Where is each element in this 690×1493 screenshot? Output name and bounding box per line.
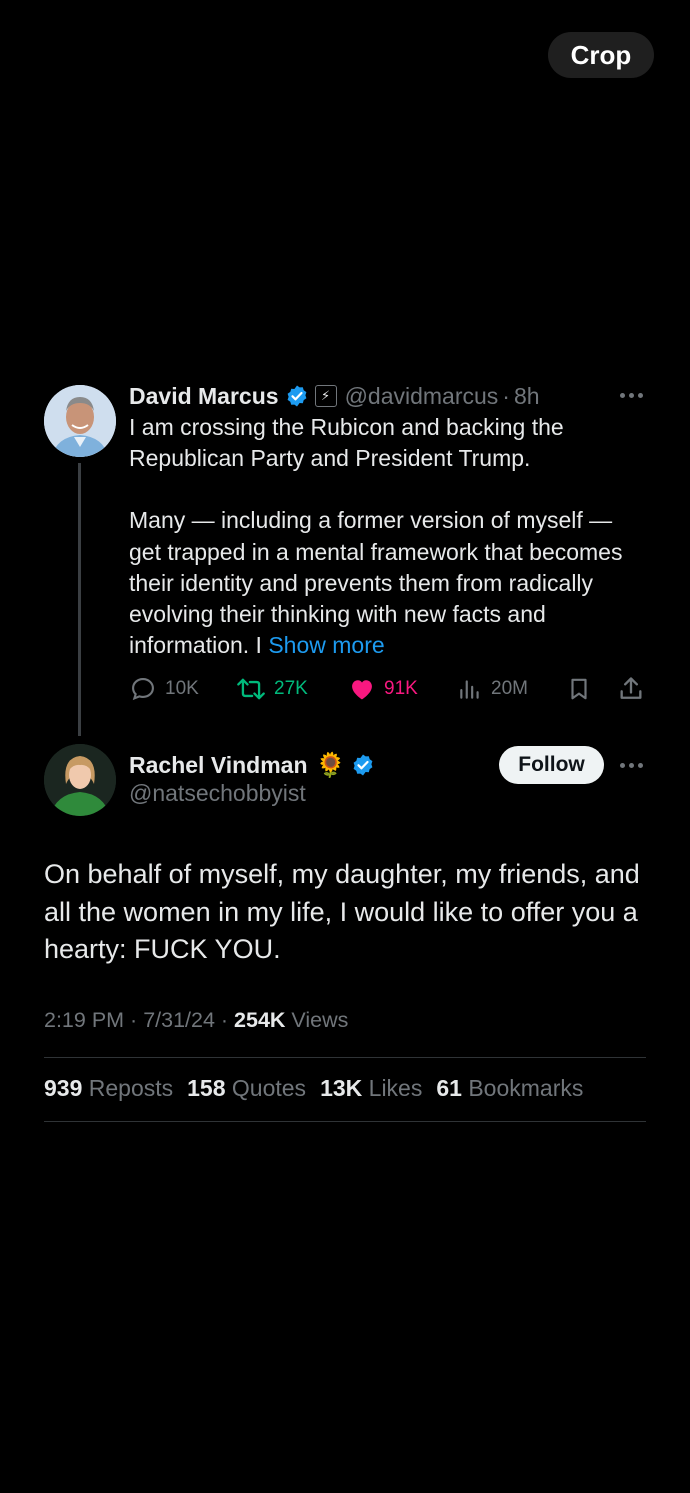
follow-button[interactable]: Follow [499, 746, 604, 784]
share-button[interactable] [617, 672, 645, 706]
divider [44, 1121, 646, 1122]
reposts-count: 939 [44, 1075, 83, 1101]
reposts-stat[interactable]: 939 Reposts [44, 1075, 173, 1102]
separator-dot: · [214, 1008, 235, 1032]
share-icon [620, 677, 642, 699]
likes-stat[interactable]: 13K Likes [320, 1075, 422, 1102]
divider [44, 1057, 646, 1058]
reposts-label: Reposts [88, 1075, 174, 1101]
avatar-david-marcus[interactable] [44, 385, 116, 457]
bookmarks-label: Bookmarks [468, 1075, 584, 1101]
quotes-count: 158 [187, 1075, 226, 1101]
tweet-paragraph-1: I am crossing the Rubicon and backing th… [129, 414, 564, 472]
separator-dot: · [124, 1008, 144, 1032]
verified-badge-icon [287, 385, 306, 407]
tweet-action-bar: 10K 27K 91K 20M [129, 672, 649, 706]
reply-button[interactable]: 10K [129, 672, 199, 706]
repost-button[interactable]: 27K [236, 672, 308, 706]
quotes-label: Quotes [231, 1075, 307, 1101]
quotes-stat[interactable]: 158 Quotes [187, 1075, 306, 1102]
views-icon [460, 680, 479, 699]
tweet-paragraph-2: Many — including a former version of mys… [129, 505, 649, 661]
quoted-author-row: Rachel Vindman 🌻 [129, 748, 375, 782]
heart-icon [352, 680, 372, 700]
bookmarks-stat[interactable]: 61 Bookmarks [436, 1075, 583, 1102]
sunflower-emoji: 🌻 [315, 751, 346, 779]
avatar-rachel-vindman[interactable] [44, 744, 116, 816]
views-count: 20M [491, 678, 528, 699]
bookmark-icon [571, 678, 587, 700]
author-name[interactable]: David Marcus [129, 383, 279, 410]
likes-count: 13K [320, 1075, 363, 1101]
likes-label: Likes [368, 1075, 423, 1101]
crop-button[interactable]: Crop [548, 32, 654, 78]
repost-icon [237, 678, 265, 700]
reply-count: 10K [165, 678, 199, 699]
show-more-link[interactable]: Show more [268, 632, 384, 658]
tweet-meta-row: 2:19 PM · 7/31/24 · 254K Views [44, 1008, 348, 1033]
quoted-author-name[interactable]: Rachel Vindman [129, 752, 308, 779]
repost-count: 27K [274, 678, 308, 699]
parent-tweet-header: David Marcus ⚡ @davidmarcus · 8h [129, 380, 540, 412]
views-count: 254K [234, 1008, 286, 1032]
tweet-time[interactable]: 8h [514, 383, 540, 410]
engagement-stats-row: 939 Reposts 158 Quotes 13K Likes 61 Book… [44, 1075, 583, 1102]
tweet-time[interactable]: 2:19 PM [44, 1008, 124, 1032]
reply-icon [132, 678, 154, 701]
views-label: Views [285, 1008, 349, 1032]
like-button[interactable]: 91K [348, 672, 418, 706]
affiliate-badge-icon: ⚡ [314, 385, 337, 407]
parent-tweet-body: I am crossing the Rubicon and backing th… [129, 412, 649, 661]
verified-badge-icon [354, 754, 373, 776]
more-options-icon[interactable] [617, 389, 645, 401]
bookmark-button[interactable] [566, 672, 592, 706]
thread-connector-line [78, 463, 81, 736]
separator-dot: · [502, 382, 510, 409]
more-options-icon[interactable] [617, 759, 645, 771]
quoted-author-handle[interactable]: @natsechobbyist [129, 780, 306, 807]
author-handle[interactable]: @davidmarcus [345, 383, 499, 410]
tweet-date[interactable]: 7/31/24 [143, 1008, 215, 1032]
bookmarks-count: 61 [436, 1075, 462, 1101]
like-count: 91K [384, 678, 418, 699]
views-button[interactable]: 20M [457, 672, 528, 706]
quoted-tweet-text: On behalf of myself, my daughter, my fri… [44, 859, 640, 964]
